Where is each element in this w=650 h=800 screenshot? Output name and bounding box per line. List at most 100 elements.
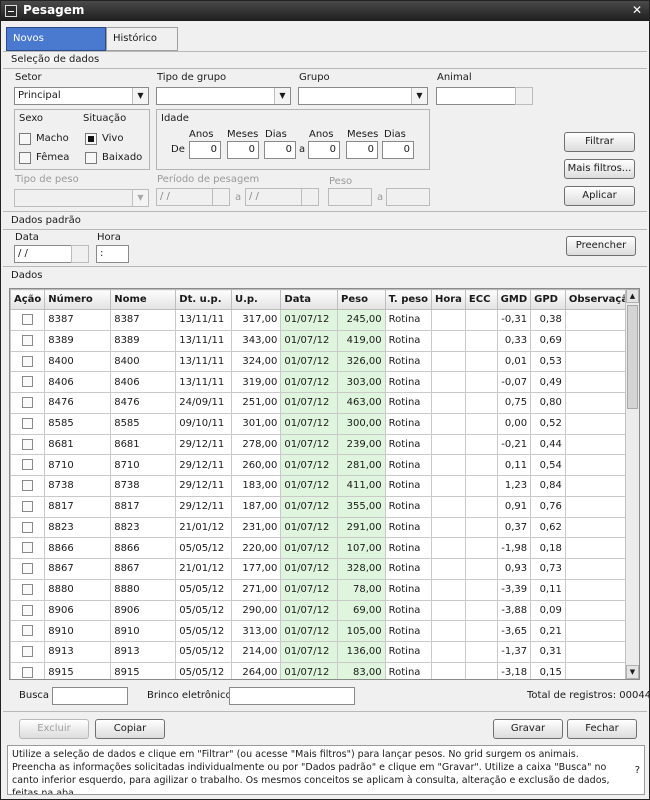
close-icon[interactable]: ✕ [629, 3, 645, 18]
table-cell[interactable]: 301,00 [230, 412, 282, 435]
table-cell[interactable]: 8906 [110, 599, 177, 622]
table-cell[interactable]: 1,23 [496, 475, 532, 497]
table-cell[interactable]: 281,00 [337, 454, 386, 476]
row-checkbox[interactable] [22, 438, 34, 450]
table-cell[interactable]: 8476 [44, 392, 112, 414]
table-cell[interactable]: 319,00 [230, 371, 282, 393]
table-cell[interactable]: 0,80 [530, 392, 566, 414]
table-row[interactable]: 8389 8389 13/11/11 343,00 01/07/12 419,00 Roti… [10, 329, 639, 352]
table-cell[interactable]: Rotina [384, 537, 432, 559]
table-cell[interactable]: 01/07/12 [280, 661, 339, 679]
table-cell[interactable] [430, 475, 466, 497]
table-cell[interactable]: 8400 [110, 350, 177, 373]
chevron-down-icon[interactable]: ▼ [132, 190, 148, 206]
system-menu-icon[interactable] [5, 5, 17, 17]
table-cell[interactable]: 278,00 [230, 433, 282, 456]
table-cell[interactable]: 05/05/12 [175, 599, 232, 622]
periodo-from-calendar[interactable] [212, 188, 230, 206]
aplicar-button[interactable]: Aplicar [564, 186, 635, 206]
table-cell[interactable]: 05/05/12 [175, 578, 232, 601]
periodo-from-input[interactable]: / / [156, 188, 213, 206]
acao-cell[interactable] [10, 516, 46, 539]
table-cell[interactable]: -3,88 [496, 599, 532, 622]
row-checkbox[interactable] [22, 563, 34, 575]
table-cell[interactable] [430, 599, 466, 622]
table-cell[interactable]: 0,76 [530, 495, 566, 518]
table-cell[interactable]: -0,31 [496, 309, 532, 331]
table-cell[interactable] [464, 558, 498, 580]
table-cell[interactable]: 183,00 [230, 475, 282, 497]
table-cell[interactable] [430, 329, 466, 352]
table-cell[interactable]: 245,00 [337, 309, 386, 331]
table-cell[interactable]: 01/07/12 [280, 309, 339, 331]
row-checkbox[interactable] [22, 583, 34, 595]
table-cell[interactable] [464, 350, 498, 373]
table-cell[interactable]: 8476 [110, 392, 177, 414]
table-cell[interactable]: Rotina [384, 475, 432, 497]
table-cell[interactable] [464, 309, 498, 331]
table-cell[interactable]: 8867 [44, 558, 112, 580]
table-cell[interactable]: 05/05/12 [175, 537, 232, 559]
acao-cell[interactable] [10, 599, 46, 622]
periodo-to-calendar[interactable] [301, 188, 319, 206]
acao-cell[interactable] [10, 475, 46, 497]
table-cell[interactable]: 8681 [110, 433, 177, 456]
macho-checkbox[interactable] [19, 133, 31, 145]
table-cell[interactable]: 01/07/12 [280, 392, 339, 414]
acao-cell[interactable] [10, 641, 46, 663]
column-header[interactable]: Hora [430, 289, 466, 310]
acao-cell[interactable] [10, 661, 46, 679]
table-cell[interactable] [464, 475, 498, 497]
hora-input[interactable]: : [96, 245, 129, 263]
table-cell[interactable]: Rotina [384, 599, 432, 622]
acao-cell[interactable] [10, 350, 46, 373]
grupo-select[interactable]: ▼ [298, 87, 428, 105]
table-row[interactable]: 8406 8406 13/11/11 319,00 01/07/12 303,00 Roti… [10, 371, 639, 393]
a-dias-input[interactable]: 0 [382, 141, 414, 159]
table-cell[interactable]: 300,00 [337, 412, 386, 435]
table-cell[interactable]: 8387 [44, 309, 112, 331]
table-cell[interactable] [430, 578, 466, 601]
table-cell[interactable] [464, 641, 498, 663]
table-cell[interactable] [464, 392, 498, 414]
table-cell[interactable]: Rotina [384, 412, 432, 435]
table-cell[interactable]: 8915 [110, 661, 177, 679]
gravar-button[interactable]: Gravar [493, 719, 563, 739]
table-cell[interactable]: 8585 [44, 412, 112, 435]
table-cell[interactable]: 343,00 [230, 329, 282, 352]
table-cell[interactable]: 8710 [44, 454, 112, 476]
column-header[interactable]: GPD [530, 289, 566, 310]
column-header[interactable]: Ação [10, 289, 46, 310]
table-cell[interactable]: 8913 [110, 641, 177, 663]
scroll-down-icon[interactable]: ▼ [626, 665, 639, 679]
table-cell[interactable] [464, 599, 498, 622]
table-cell[interactable]: 8406 [44, 371, 112, 393]
table-cell[interactable]: 290,00 [230, 599, 282, 622]
table-cell[interactable]: Rotina [384, 371, 432, 393]
table-cell[interactable]: -1,98 [496, 537, 532, 559]
table-cell[interactable] [464, 433, 498, 456]
table-cell[interactable]: 214,00 [230, 641, 282, 663]
table-cell[interactable]: 01/07/12 [280, 329, 339, 352]
table-cell[interactable] [430, 661, 466, 679]
table-cell[interactable]: 0,11 [530, 578, 566, 601]
de-dias-input[interactable]: 0 [264, 141, 296, 159]
table-cell[interactable]: 05/05/12 [175, 620, 232, 642]
table-row[interactable]: 8585 8585 09/10/11 301,00 01/07/12 300,00 Roti… [10, 412, 639, 435]
row-checkbox[interactable] [22, 666, 34, 678]
acao-cell[interactable] [10, 578, 46, 601]
table-cell[interactable]: -1,37 [496, 641, 532, 663]
table-cell[interactable]: 107,00 [337, 537, 386, 559]
preencher-button[interactable]: Preencher [566, 236, 636, 256]
scroll-thumb[interactable] [627, 305, 638, 409]
table-cell[interactable]: 0,91 [496, 495, 532, 518]
column-header[interactable]: Dt. u.p. [175, 289, 232, 310]
table-row[interactable]: 8823 8823 21/01/12 231,00 01/07/12 291,00 Roti… [10, 516, 639, 539]
table-cell[interactable] [430, 454, 466, 476]
table-cell[interactable]: 69,00 [337, 599, 386, 622]
table-cell[interactable] [430, 371, 466, 393]
acao-cell[interactable] [10, 433, 46, 456]
table-cell[interactable]: Rotina [384, 578, 432, 601]
table-cell[interactable]: 05/05/12 [175, 641, 232, 663]
table-cell[interactable]: Rotina [384, 433, 432, 456]
